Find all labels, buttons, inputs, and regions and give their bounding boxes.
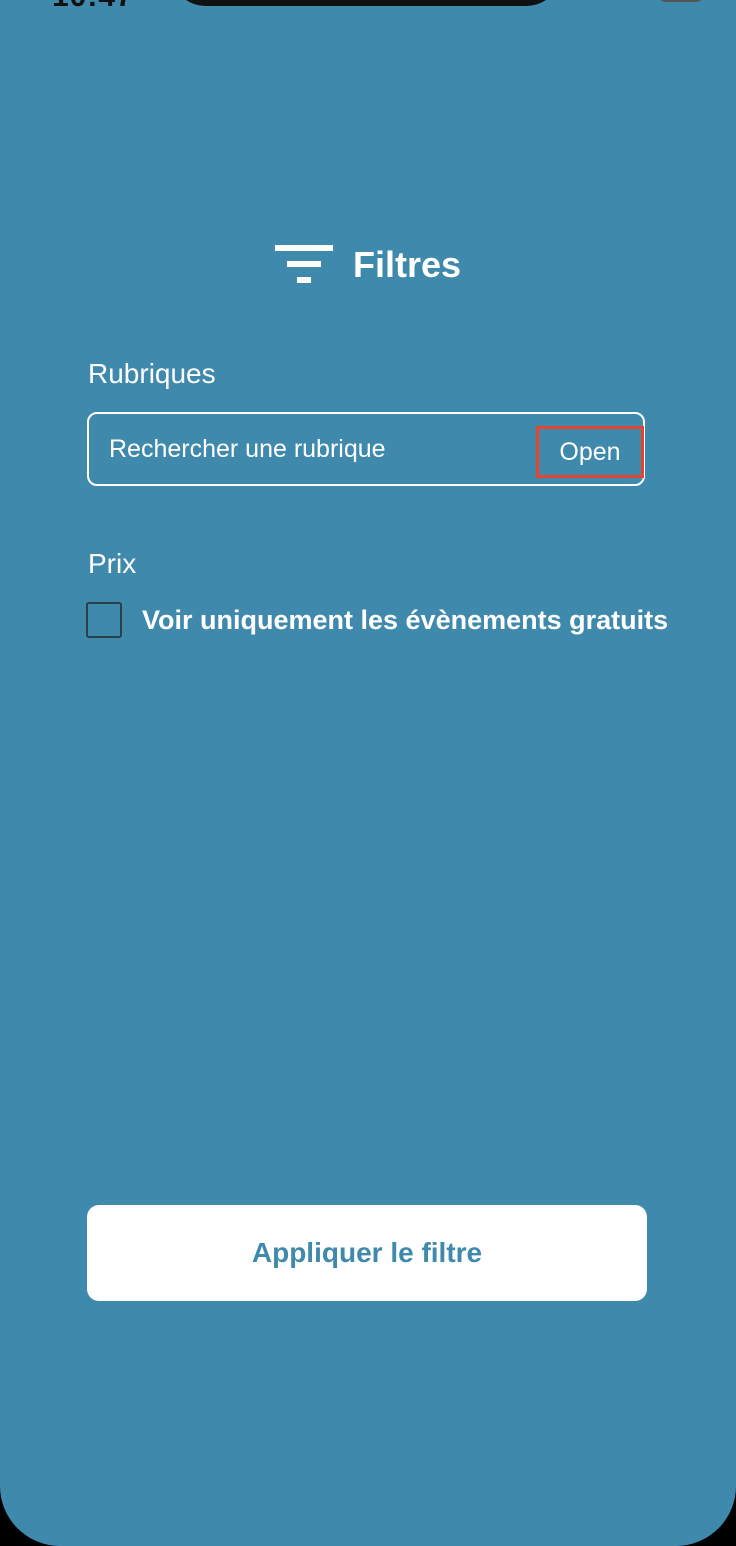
battery-icon xyxy=(660,0,706,2)
free-events-checkbox[interactable] xyxy=(86,602,122,638)
filter-icon xyxy=(274,245,333,285)
rubriques-label: Rubriques xyxy=(88,358,216,389)
apply-filter-button[interactable]: Appliquer le filtre xyxy=(87,1205,647,1301)
status-icons xyxy=(576,0,706,2)
page-header: Filtres xyxy=(0,244,736,286)
free-events-option[interactable]: Voir uniquement les évènements gratuits xyxy=(86,602,668,638)
free-events-label: Voir uniquement les évènements gratuits xyxy=(142,604,669,635)
status-time: 10:47 xyxy=(52,0,134,14)
page-title: Filtres xyxy=(352,244,462,285)
filters-screen: 10:47 Filtres Rubriques Open Prix Voir u… xyxy=(0,0,736,1546)
rubrique-search-field: Open xyxy=(87,412,645,486)
prix-label: Prix xyxy=(88,548,137,579)
device-notch xyxy=(170,0,562,6)
rubrique-search-input[interactable] xyxy=(109,414,529,484)
open-button[interactable]: Open xyxy=(536,426,644,478)
